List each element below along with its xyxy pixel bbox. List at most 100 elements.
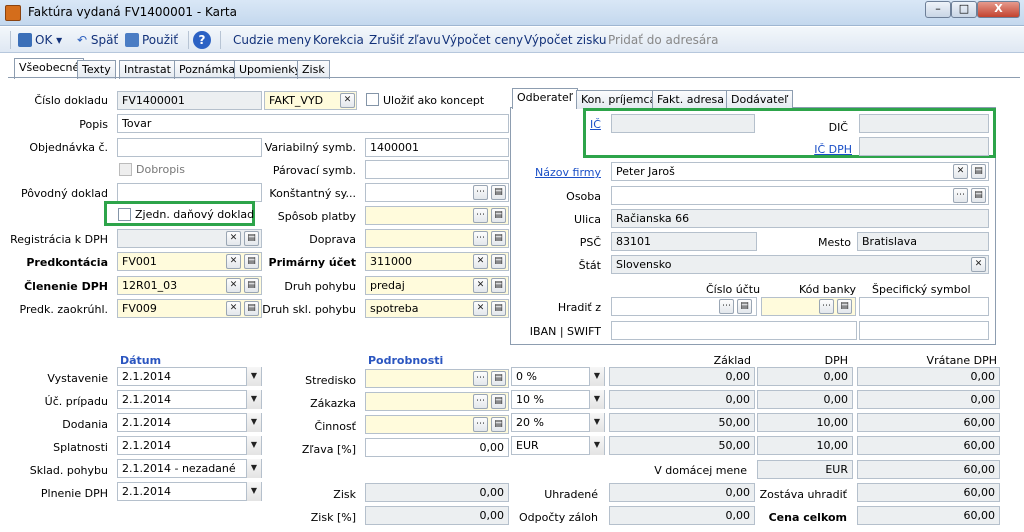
ellipsis-icon[interactable]: ⋯ [473, 371, 488, 386]
ellipsis-icon[interactable]: ⋯ [953, 188, 968, 203]
simplified-doc-checkbox[interactable] [118, 208, 131, 221]
company-link[interactable]: Názov firmy [520, 166, 601, 179]
date-delivery-field[interactable]: 2.1.2014 [117, 413, 262, 432]
doc-number-field[interactable]: FV1400001 [117, 91, 262, 110]
minimize-button[interactable]: – [925, 1, 951, 18]
correction-button[interactable]: Korekcia [313, 31, 364, 49]
specific-symbol-field[interactable] [859, 297, 989, 316]
city-field[interactable]: Bratislava [857, 232, 989, 251]
desc-field[interactable]: Tovar [117, 114, 509, 133]
close-button[interactable]: X [977, 1, 1020, 18]
iban-field[interactable] [611, 321, 857, 340]
table-icon[interactable]: ▤ [244, 278, 259, 293]
ok-button[interactable]: OK ▾ [18, 31, 62, 49]
ellipsis-icon[interactable]: ⋯ [473, 231, 488, 246]
save-draft-checkbox[interactable] [366, 93, 379, 106]
tab-billing-address[interactable]: Fakt. adresa [652, 90, 729, 109]
ellipsis-icon[interactable]: ⋯ [473, 417, 488, 432]
clear-icon[interactable]: ✕ [473, 254, 488, 269]
clear-icon[interactable]: ✕ [226, 278, 241, 293]
person-field[interactable] [611, 186, 989, 205]
table-icon[interactable]: ▤ [491, 278, 506, 293]
ellipsis-icon[interactable]: ⋯ [819, 299, 834, 314]
table-icon[interactable]: ▤ [491, 371, 506, 386]
vat-split-label: Členenie DPH [24, 280, 108, 293]
ellipsis-icon[interactable]: ⋯ [473, 185, 488, 200]
table-icon[interactable]: ▤ [491, 208, 506, 223]
table-icon[interactable]: ▤ [491, 417, 506, 432]
orig-doc-field[interactable] [117, 183, 262, 202]
table-icon[interactable]: ▤ [491, 185, 506, 200]
table-icon[interactable]: ▤ [491, 254, 506, 269]
table-icon[interactable]: ▤ [971, 188, 986, 203]
date-accounting-field[interactable]: 2.1.2014 [117, 390, 262, 409]
clear-icon[interactable]: ✕ [971, 257, 986, 272]
date-delivery-label: Dodania [62, 418, 108, 431]
discount-field[interactable]: 0,00 [365, 438, 509, 457]
street-field[interactable]: Račianska 66 [611, 209, 989, 228]
table-icon[interactable]: ▤ [244, 231, 259, 246]
total-field: 60,00 [857, 506, 1000, 525]
tab-customer[interactable]: Odberateľ [512, 88, 578, 109]
table-icon[interactable]: ▤ [244, 301, 259, 316]
calendar-dropdown-icon[interactable]: ▼ [246, 367, 261, 386]
table-icon[interactable]: ▤ [837, 299, 852, 314]
chevron-down-icon[interactable]: ▼ [589, 367, 604, 386]
chevron-down-icon[interactable]: ▼ [589, 413, 604, 432]
country-field[interactable]: Slovensko [611, 255, 989, 274]
ellipsis-icon[interactable]: ⋯ [719, 299, 734, 314]
calendar-dropdown-icon[interactable]: ▼ [246, 390, 261, 409]
chevron-down-icon[interactable]: ▼ [589, 390, 604, 409]
date-issue-field[interactable]: 2.1.2014 [117, 367, 262, 386]
date-due-field[interactable]: 2.1.2014 [117, 436, 262, 455]
clear-icon[interactable]: ✕ [473, 278, 488, 293]
date-vat-fulfillment-field[interactable]: 2.1.2014 [117, 482, 262, 501]
calendar-dropdown-icon[interactable]: ▼ [246, 482, 261, 501]
tab-supplier[interactable]: Dodávateľ [726, 90, 794, 109]
clear-icon[interactable]: ✕ [226, 231, 241, 246]
ico-field[interactable] [611, 114, 755, 133]
pair-symbol-label: Párovací symb. [272, 164, 356, 177]
maximize-button[interactable]: □ [951, 1, 977, 18]
calc-prices-button[interactable]: Výpočet ceny [442, 31, 523, 49]
calc-profit-button[interactable]: Výpočet zisku [524, 31, 607, 49]
date-stock-field[interactable]: 2.1.2014 - nezadané [117, 459, 262, 478]
foreign-currency-button[interactable]: Cudzie meny [233, 31, 311, 49]
table-icon[interactable]: ▤ [491, 394, 506, 409]
table-icon[interactable]: ▤ [491, 231, 506, 246]
back-button[interactable]: ↶ Späť [77, 31, 118, 49]
clear-icon[interactable]: ✕ [226, 301, 241, 316]
table-icon[interactable]: ▤ [971, 164, 986, 179]
apply-button[interactable]: Použiť [125, 31, 178, 49]
chevron-down-icon[interactable]: ▼ [589, 436, 604, 455]
pair-symbol-field[interactable] [365, 160, 509, 179]
table-icon[interactable]: ▤ [244, 254, 259, 269]
ico-link[interactable]: IČ [590, 118, 601, 131]
table-icon[interactable]: ▤ [737, 299, 752, 314]
icdph-field[interactable] [859, 137, 989, 156]
clear-icon[interactable]: ✕ [340, 93, 355, 108]
var-symbol-field[interactable]: 1400001 [365, 138, 509, 157]
help-icon[interactable]: ? [193, 31, 211, 49]
zip-field[interactable]: 83101 [611, 232, 757, 251]
vat-amount-cell: 10,00 [757, 413, 853, 432]
clear-icon[interactable]: ✕ [226, 254, 241, 269]
dic-field[interactable] [859, 114, 989, 133]
company-field[interactable]: Peter Jaroš [611, 162, 989, 181]
tab-consignee[interactable]: Kon. príjemca [576, 90, 662, 109]
calendar-dropdown-icon[interactable]: ▼ [246, 459, 261, 478]
clear-icon[interactable]: ✕ [473, 301, 488, 316]
clear-icon[interactable]: ✕ [953, 164, 968, 179]
cancel-discount-button[interactable]: Zrušiť zľavu [369, 31, 441, 49]
date-issue-label: Vystavenie [47, 372, 108, 385]
calendar-dropdown-icon[interactable]: ▼ [246, 413, 261, 432]
icdph-link[interactable]: IČ DPH [780, 143, 852, 156]
calendar-dropdown-icon[interactable]: ▼ [246, 436, 261, 455]
account-number-field[interactable] [611, 297, 757, 316]
tab-general[interactable]: Všeobecné [14, 58, 85, 79]
table-icon[interactable]: ▤ [491, 301, 506, 316]
order-field[interactable] [117, 138, 262, 157]
ellipsis-icon[interactable]: ⋯ [473, 394, 488, 409]
swift-field[interactable] [859, 321, 989, 340]
ellipsis-icon[interactable]: ⋯ [473, 208, 488, 223]
